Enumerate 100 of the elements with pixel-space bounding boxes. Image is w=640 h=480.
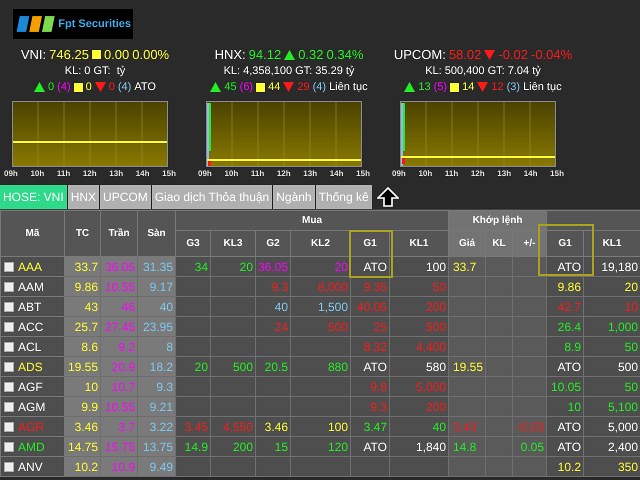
table-cell: 10.55: [104, 280, 135, 294]
table-cell: 4,550: [222, 420, 253, 434]
highlight-frame: [349, 230, 393, 278]
up-triangle-icon: [284, 50, 296, 60]
row-checkbox[interactable]: [4, 382, 14, 392]
table-cell: 4,400: [416, 340, 446, 354]
table-cell: AGM: [18, 400, 46, 414]
up-arrow-icon[interactable]: [376, 187, 399, 207]
row-checkbox[interactable]: [4, 362, 14, 372]
hour-label: 09h: [198, 169, 212, 179]
table-cell: 34: [194, 260, 208, 274]
hour-label: 12h: [82, 169, 97, 179]
column-header: G1: [546, 230, 584, 256]
market-tab[interactable]: HOSE: VNI: [0, 185, 67, 209]
table-cell: 10: [568, 400, 582, 414]
table-cell: 10: [84, 380, 98, 394]
row-checkbox[interactable]: [4, 262, 14, 272]
index-change: 0.32: [298, 46, 324, 63]
table-cell: 3.46: [264, 420, 288, 434]
column-header: G1: [350, 230, 390, 256]
row-checkbox[interactable]: [4, 282, 14, 292]
row-checkbox[interactable]: [4, 302, 14, 312]
table-cell: 33.7: [74, 260, 98, 274]
hour-label: 14h: [330, 169, 344, 179]
table-cell: 5,000: [608, 420, 638, 434]
table-cell: 25.7: [74, 320, 98, 334]
column-header: Giá: [448, 230, 486, 256]
table-cell: AGR: [18, 420, 44, 434]
column-header: KL3: [210, 230, 256, 256]
table-cell: 40: [432, 420, 446, 434]
table-cell: ATO: [557, 420, 582, 434]
table-cell: 120: [328, 440, 348, 454]
table-cell: 40.05: [356, 300, 387, 314]
session-status: Liên tục: [523, 80, 562, 95]
decline-count: 29: [297, 80, 310, 95]
row-checkbox[interactable]: [4, 322, 14, 332]
table-cell: 350: [618, 460, 638, 474]
market-tab[interactable]: Giao dịch Thỏa thuận: [152, 185, 272, 209]
table-cell: 19.55: [68, 360, 98, 374]
hour-label: 12h: [470, 169, 485, 179]
market-tab[interactable]: UPCOM: [100, 185, 151, 209]
table-cell: AAM: [18, 280, 44, 294]
table-cell: 10.05: [551, 380, 582, 394]
hour-label: 11h: [56, 169, 70, 179]
table-cell: 42.7: [558, 300, 582, 314]
ceiling-count: (4): [57, 80, 71, 95]
table-cell: 20: [240, 260, 253, 274]
market-tab[interactable]: Ngành: [273, 185, 315, 209]
column-header: Trần: [100, 210, 138, 256]
index-change: -0.02: [498, 46, 528, 63]
table-cell: 9.2: [118, 340, 135, 354]
up-triangle-icon: [210, 82, 222, 92]
index-volume: KL: 4,358,100 GT: 35.29 tỷ: [224, 64, 354, 79]
hour-label: 14h: [524, 169, 538, 179]
table-cell: 15.75: [104, 440, 135, 454]
table-cell: 9.35: [364, 280, 387, 294]
unchanged-count: 44: [268, 80, 280, 95]
row-checkbox[interactable]: [4, 342, 14, 352]
table-cell: 580: [426, 360, 446, 374]
table-cell: 27.45: [104, 320, 135, 334]
up-triangle-icon: [404, 82, 416, 92]
table-cell: 10.2: [74, 460, 98, 474]
session-status: ATO: [134, 80, 156, 95]
table-cell: 3.43: [453, 420, 476, 434]
market-tab[interactable]: HNX: [68, 185, 100, 209]
row-checkbox[interactable]: [4, 442, 14, 452]
table-cell: 200: [426, 400, 446, 414]
column-header: Mã: [0, 210, 64, 256]
row-checkbox[interactable]: [4, 462, 14, 472]
table-cell: 50: [432, 280, 446, 294]
table-cell: 500: [618, 360, 638, 374]
hour-label: 11h: [444, 169, 458, 179]
column-group-header: Khớp lệnh: [448, 210, 547, 230]
column-header: KL: [486, 230, 512, 256]
market-tab[interactable]: Thống kê: [316, 185, 372, 209]
table-cell: 3.7: [118, 420, 135, 434]
ceiling-count: (6): [240, 80, 254, 95]
down-triangle-icon: [94, 82, 106, 92]
row-checkbox[interactable]: [4, 422, 14, 432]
index-value: 746.25: [49, 46, 89, 63]
hour-label: 09h: [392, 169, 406, 179]
table-cell: 36.05: [104, 260, 135, 274]
table-cell: 24: [274, 320, 288, 334]
down-triangle-icon: [484, 50, 496, 60]
table-cell: 20.5: [264, 360, 288, 374]
floor-count: (3): [506, 80, 520, 95]
hour-label: 15h: [356, 169, 370, 179]
table-cell: 20: [624, 280, 638, 294]
row-checkbox[interactable]: [4, 402, 14, 412]
table-cell: ABT: [18, 300, 42, 314]
table-cell: 20: [194, 360, 208, 374]
hour-label: 15h: [550, 169, 564, 179]
index-value: 94.12: [248, 46, 282, 63]
table-cell: ATO: [557, 440, 582, 454]
session-status: Liên tục: [329, 80, 368, 95]
table-cell: 3.45: [184, 420, 208, 434]
square-icon: [450, 82, 460, 92]
table-cell: 1,500: [318, 300, 348, 314]
table-cell: ATO: [363, 440, 387, 454]
table-cell: 100: [328, 420, 348, 434]
